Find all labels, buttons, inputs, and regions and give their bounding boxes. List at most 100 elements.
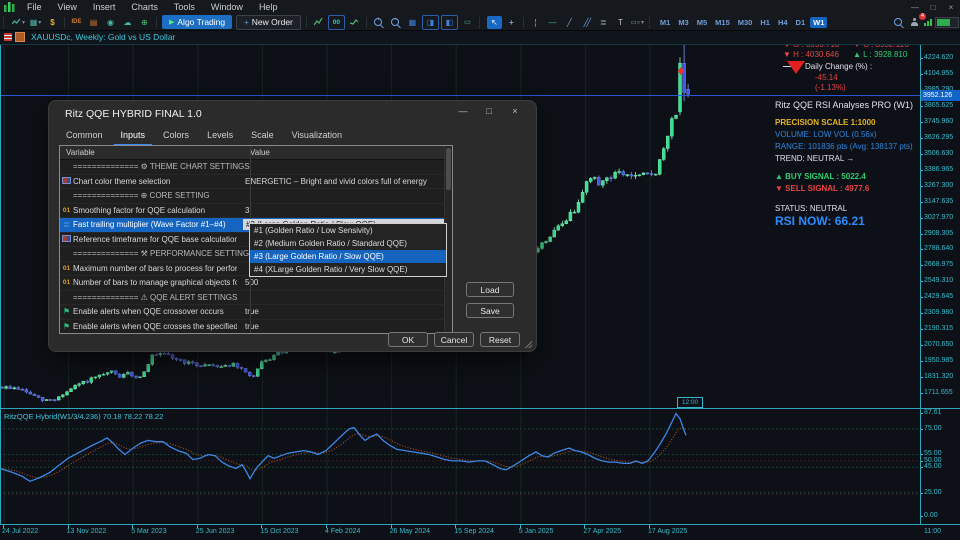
setting-value[interactable]: 3 [237, 206, 452, 215]
menu-window[interactable]: Window [203, 2, 251, 12]
metaeditor-button[interactable]: IDE [69, 16, 84, 29]
plus-icon: + [244, 18, 249, 27]
subwindow-separator[interactable] [0, 408, 960, 410]
toolbar-grip[interactable] [3, 17, 7, 28]
algo-trading-button[interactable]: ▶ Algo Trading [162, 15, 232, 29]
dialog-maximize-button[interactable]: □ [478, 106, 500, 116]
date-axis[interactable]: 11:00 24 Jul 202213 Nov 20225 Mar 202325… [0, 525, 960, 540]
timeframe-m3[interactable]: M3 [675, 17, 691, 28]
chart-list-icon[interactable] [4, 33, 12, 41]
restore-button[interactable]: □ [924, 3, 942, 12]
text-tool[interactable]: T [613, 16, 628, 29]
zoom-in-button[interactable]: + [371, 16, 386, 29]
settings-row[interactable]: Chart color theme selectionENERGETIC – B… [60, 175, 452, 190]
horizontal-line-tool[interactable]: — [545, 16, 560, 29]
scrollbar-thumb[interactable] [446, 148, 451, 190]
menu-charts[interactable]: Charts [123, 2, 166, 12]
chart-profile-icon[interactable] [15, 32, 25, 42]
indicator-list-button[interactable]: ▦▾ [28, 16, 43, 29]
dialog-minimize-button[interactable]: — [452, 106, 474, 116]
date-label: 15 Sep 2024 [454, 528, 494, 535]
shapes-tool[interactable]: ▭○▾ [630, 16, 645, 29]
settings-row[interactable]: ⚑Enable alerts when QQE crossover occurs… [60, 305, 452, 320]
chart-shift-button[interactable]: ▭ [460, 16, 475, 29]
menu-insert[interactable]: Insert [85, 2, 124, 12]
candle-chart-button[interactable]: 00 [328, 15, 345, 30]
trendline-tool[interactable]: ╱ [562, 16, 577, 29]
tab-visualization[interactable]: Visualization [285, 128, 349, 146]
tab-common[interactable]: Common [59, 128, 110, 146]
price-scale[interactable]: 4344.2854224.6204104.9553985.2903865.625… [921, 44, 960, 524]
cancel-button[interactable]: Cancel [434, 332, 474, 347]
timeframe-m30[interactable]: M30 [735, 17, 756, 28]
panel-left-button[interactable]: ◧ [441, 15, 458, 30]
tab-colors[interactable]: Colors [156, 128, 196, 146]
crosshair-tool-button[interactable]: + [504, 16, 519, 29]
tab-levels[interactable]: Levels [200, 128, 240, 146]
qqe-indicator-chart[interactable] [0, 409, 920, 524]
cursor-tool-button[interactable]: ↖ [487, 16, 502, 29]
signals-button[interactable]: ◉ [103, 16, 118, 29]
channel-tool[interactable]: ╱╱ [579, 16, 594, 29]
market-button[interactable]: ▤ [86, 16, 101, 29]
menu-help[interactable]: Help [251, 2, 286, 12]
settings-section-row[interactable]: ============== ⊕ CORE SETTING [60, 189, 452, 204]
dropdown-option[interactable]: #1 (Golden Ratio / Low Sensivity) [250, 224, 446, 237]
notifications-button[interactable]: 4 [907, 16, 922, 29]
dropdown-option[interactable]: #2 (Medium Golden Ratio / Standard QQE) [250, 237, 446, 250]
tick-chart-button[interactable] [311, 16, 326, 29]
setting-label: Reference timeframe for QQE base calcula… [73, 235, 237, 244]
line-chart-button[interactable] [347, 16, 362, 29]
menu-file[interactable]: File [19, 2, 50, 12]
timeframe-m1[interactable]: M1 [657, 17, 673, 28]
fibonacci-tool[interactable]: ≣ [596, 16, 611, 29]
date-label: 15 Oct 2023 [260, 528, 298, 535]
settings-row[interactable]: 01Number of bars to manage graphical obj… [60, 276, 452, 291]
monitor-icon [60, 235, 73, 244]
settings-row[interactable]: 01Smoothing factor for QQE calculation3 [60, 204, 452, 219]
setting-value[interactable]: true [237, 322, 452, 331]
connection-status[interactable] [924, 16, 959, 29]
resize-grip[interactable] [525, 341, 532, 348]
menu-view[interactable]: View [50, 2, 85, 12]
timeframe-d1[interactable]: D1 [793, 17, 809, 28]
ok-button[interactable]: OK [388, 332, 428, 347]
dropdown-option[interactable]: #3 (Large Golden Ratio / Slow QQE) [250, 250, 446, 263]
cloud-button[interactable]: ☁ [120, 16, 135, 29]
menu-tools[interactable]: Tools [166, 2, 203, 12]
timeframe-h4[interactable]: H4 [775, 17, 791, 28]
panel-right-button[interactable]: ◨ [422, 15, 439, 30]
save-button[interactable]: Save [466, 303, 514, 318]
toolbar-grip[interactable] [649, 17, 653, 28]
new-order-button[interactable]: + New Order [236, 15, 301, 30]
timeframe-h1[interactable]: H1 [757, 17, 773, 28]
timeframe-m15[interactable]: M15 [712, 17, 733, 28]
load-button[interactable]: Load [466, 282, 514, 297]
chart-type-button[interactable]: ▾ [11, 16, 26, 29]
settings-section-row[interactable]: ============== ⚙ THEME CHART SETTINGS [60, 160, 452, 175]
tab-inputs[interactable]: Inputs [114, 128, 153, 146]
server-clock: 11:00 [924, 528, 941, 535]
menu-items: FileViewInsertChartsToolsWindowHelp [19, 2, 285, 12]
zoom-out-button[interactable]: − [388, 16, 403, 29]
quotes-button[interactable]: $ [45, 16, 60, 29]
dialog-close-button[interactable]: × [504, 106, 526, 116]
settings-section-row[interactable]: ============== ⚠ QQE ALERT SETTINGS [60, 291, 452, 306]
toolbar-grip[interactable] [479, 17, 483, 28]
setting-value[interactable]: ENERGETIC – Bright and vivid colors full… [237, 177, 452, 186]
close-button[interactable]: × [942, 3, 960, 12]
buy-signal: ▲ BUY SIGNAL : 5022.4 [775, 172, 866, 181]
chart-tab-title[interactable]: XAUUSDc, Weekly: Gold vs US Dollar [31, 32, 175, 42]
timeframe-m5[interactable]: M5 [694, 17, 710, 28]
community-button[interactable]: ⊕ [137, 16, 152, 29]
minimize-button[interactable]: — [906, 3, 924, 12]
vertical-line-tool[interactable]: ¦ [528, 16, 543, 29]
tile-windows-button[interactable]: ▦ [405, 16, 420, 29]
search-button[interactable] [890, 16, 905, 29]
setting-value[interactable]: true [237, 307, 452, 316]
setting-value[interactable]: 500 [237, 278, 452, 287]
tab-scale[interactable]: Scale [244, 128, 281, 146]
reset-button[interactable]: Reset [480, 332, 520, 347]
dropdown-option[interactable]: #4 (XLarge Golden Ratio / Very Slow QQE) [250, 263, 446, 276]
timeframe-w1[interactable]: W1 [810, 17, 827, 28]
